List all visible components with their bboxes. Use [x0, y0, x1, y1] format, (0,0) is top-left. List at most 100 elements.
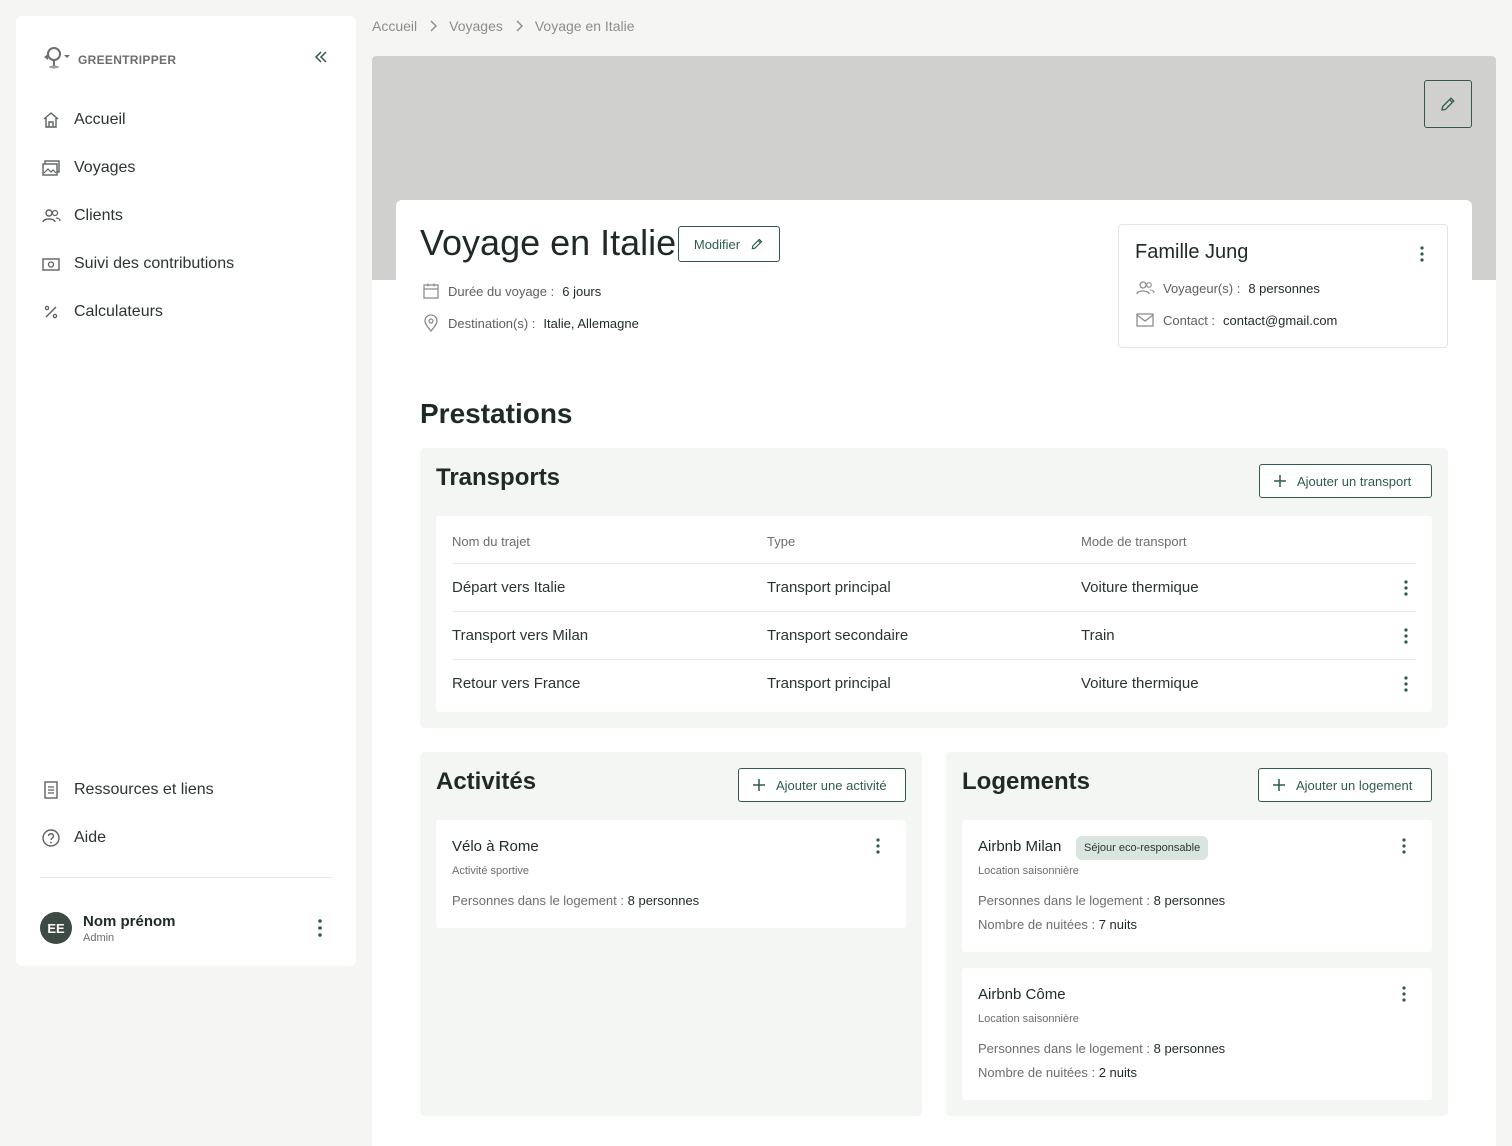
edit-cover-button[interactable] [1424, 80, 1472, 128]
table-row[interactable]: Retour vers France Transport principal V… [452, 659, 1416, 707]
destination-value: Italie, Allemagne [543, 315, 639, 331]
sidebar-item-label: Calculateurs [74, 303, 163, 320]
client-menu-button[interactable] [1411, 243, 1433, 265]
sidebar-item-aide[interactable]: Aide [40, 814, 332, 862]
nights-value: 2 nuits [1098, 1065, 1138, 1080]
duration-value: 6 jours [562, 283, 602, 299]
sidebar-divider [40, 877, 332, 878]
eco-badge: Séjour eco-responsable [1076, 836, 1209, 860]
help-icon [40, 827, 62, 849]
add-transport-label: Ajouter un transport [1297, 473, 1412, 489]
user-menu-button[interactable] [308, 916, 332, 940]
activites-panel: Activités Ajouter une activité Vélo à Ro… [420, 752, 922, 1116]
more-vertical-icon [876, 838, 880, 854]
sidebar-item-voyages[interactable]: Voyages [40, 144, 332, 192]
table-row[interactable]: Transport vers Milan Transport secondair… [452, 611, 1416, 659]
sidebar-item-ressources[interactable]: Ressources et liens [40, 766, 332, 814]
row-menu-button[interactable] [1394, 576, 1418, 600]
sidebar-item-label: Accueil [74, 111, 126, 128]
breadcrumb-current: Voyage en Italie [534, 18, 635, 34]
trip-destination: Destination(s) : Italie, Allemagne [422, 314, 639, 332]
breadcrumb-voyages[interactable]: Voyages [449, 18, 503, 34]
column-header-mode[interactable]: Mode de transport [1081, 534, 1187, 549]
persons-value: 8 personnes [627, 893, 700, 908]
nights-label: Nombre de nuitées : [978, 1065, 1096, 1080]
add-transport-button[interactable]: Ajouter un transport [1259, 464, 1432, 498]
modify-trip-button[interactable]: Modifier [678, 226, 780, 262]
user-name: Nom prénom [83, 912, 176, 930]
column-header-type[interactable]: Type [767, 534, 795, 549]
logement-card[interactable]: Airbnb Milan Séjour eco-responsable Loca… [962, 820, 1432, 952]
activite-card[interactable]: Vélo à Rome Activité sportive Personnes … [436, 820, 906, 928]
row-menu-button[interactable] [1394, 624, 1418, 648]
transports-panel: Transports Ajouter un transport Nom du t… [420, 448, 1448, 728]
transports-table: Nom du trajet Type Mode de transport Dép… [436, 516, 1432, 712]
sidebar-item-calculateurs[interactable]: Calculateurs [40, 288, 332, 336]
modify-button-label: Modifier [693, 236, 741, 252]
calendar-icon [423, 283, 439, 299]
add-activite-button[interactable]: Ajouter une activité [738, 768, 906, 802]
user-profile: EE Nom prénom Admin [40, 906, 332, 950]
table-row[interactable]: Départ vers Italie Transport principal V… [452, 563, 1416, 611]
breadcrumb-accueil[interactable]: Accueil [372, 18, 417, 34]
contact-value[interactable]: contact@gmail.com [1223, 313, 1337, 328]
mail-icon [1136, 313, 1154, 327]
logement-title: Airbnb Côme [978, 986, 1066, 1003]
pencil-icon [751, 238, 763, 250]
nights-value: 7 nuits [1098, 917, 1138, 932]
transports-title: Transports [436, 464, 561, 491]
sidebar-item-contributions[interactable]: Suivi des contributions [40, 240, 332, 288]
client-contact: Contact : contact@gmail.com [1135, 311, 1337, 329]
more-vertical-icon [1404, 628, 1408, 644]
row-menu-button[interactable] [1394, 672, 1418, 696]
add-logement-label: Ajouter un logement [1296, 777, 1413, 793]
plus-icon [1274, 475, 1286, 487]
persons-value: 8 personnes [1153, 893, 1226, 908]
duration-label: Durée du voyage : [448, 283, 555, 299]
sidebar-item-clients[interactable]: Clients [40, 192, 332, 240]
more-vertical-icon [1402, 838, 1406, 854]
collapse-sidebar-button[interactable] [310, 46, 332, 68]
more-vertical-icon [1420, 246, 1424, 262]
sidebar-item-accueil[interactable]: Accueil [40, 96, 332, 144]
logement-menu-button[interactable] [1392, 982, 1416, 1006]
trajet-name: Départ vers Italie [452, 579, 566, 596]
persons-value: 8 personnes [1153, 1041, 1226, 1056]
add-activite-label: Ajouter une activité [776, 777, 887, 793]
user-role: Admin [83, 931, 115, 944]
breadcrumb: Accueil Voyages Voyage en Italie [372, 18, 635, 34]
logement-menu-button[interactable] [1392, 834, 1416, 858]
logement-card[interactable]: Airbnb Côme Location saisonnière Personn… [962, 968, 1432, 1100]
pencil-icon [1441, 97, 1455, 111]
logements-panel: Logements Ajouter un logement Airbnb Mil… [946, 752, 1448, 1116]
client-name: Famille Jung [1135, 241, 1249, 263]
logement-title: Airbnb Milan [978, 838, 1062, 855]
logement-subtitle: Location saisonnière [978, 1013, 1079, 1025]
persons-label: Personnes dans le logement : [978, 1041, 1150, 1056]
sidebar-item-label: Clients [74, 207, 123, 224]
trajet-name: Transport vers Milan [452, 627, 589, 644]
travelers-label: Voyageur(s) : [1163, 280, 1241, 296]
trajet-name: Retour vers France [452, 675, 581, 692]
avatar: EE [40, 912, 72, 944]
home-icon [40, 109, 62, 131]
nights-label: Nombre de nuitées : [978, 917, 1096, 932]
activite-subtitle: Activité sportive [452, 865, 530, 877]
more-vertical-icon [1404, 676, 1408, 692]
more-vertical-icon [1404, 580, 1408, 596]
activite-menu-button[interactable] [866, 834, 890, 858]
prestations-title: Prestations [420, 398, 573, 429]
user-info: Nom prénom Admin [83, 913, 176, 944]
greentripper-logo-icon [40, 44, 72, 75]
trajet-type: Transport principal [767, 675, 891, 692]
logement-persons: Personnes dans le logement : 8 personnes [978, 1041, 1225, 1056]
persons-label: Personnes dans le logement : [452, 893, 624, 908]
column-header-nom[interactable]: Nom du trajet [452, 534, 530, 549]
destination-label: Destination(s) : [448, 315, 536, 331]
plus-icon [753, 779, 765, 791]
trajet-mode: Train [1081, 627, 1115, 644]
persons-label: Personnes dans le logement : [978, 893, 1150, 908]
add-logement-button[interactable]: Ajouter un logement [1258, 768, 1432, 802]
sidebar-bottom-nav: Ressources et liens Aide [40, 766, 332, 862]
brand-logo[interactable]: GREENTRIPPER [40, 44, 176, 75]
